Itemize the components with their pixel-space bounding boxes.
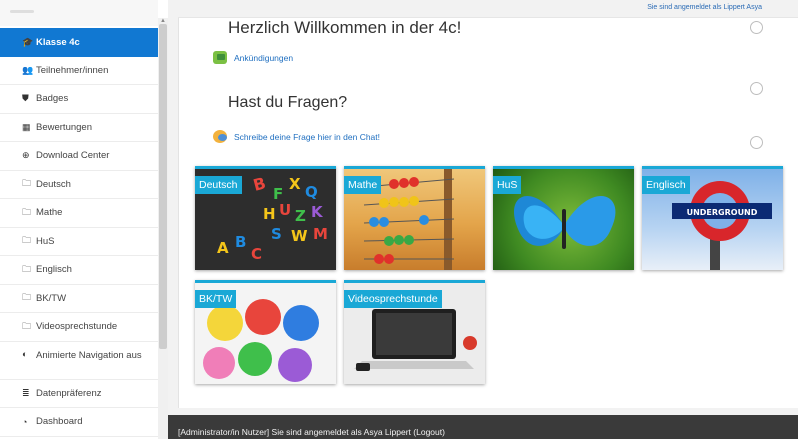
svg-text:C: C bbox=[251, 245, 262, 263]
sidebar-item-label: Datenpräferenz bbox=[36, 387, 102, 399]
folder-icon: 🗀 bbox=[22, 263, 32, 274]
tile-englisch[interactable]: UNDERGROUND Englisch bbox=[642, 166, 783, 270]
sidebar-handle bbox=[10, 10, 34, 13]
tile-hus[interactable]: HuS bbox=[493, 166, 634, 270]
svg-text:K: K bbox=[311, 203, 324, 221]
sidebar-item-animierte-navigation[interactable]: ◐ Animierte Navigation aus bbox=[0, 342, 158, 380]
svg-text:X: X bbox=[289, 175, 301, 193]
sidebar-item-teilnehmer[interactable]: 👥 Teilnehmer/innen bbox=[0, 57, 158, 85]
dashboard-icon: ◔ bbox=[22, 416, 28, 427]
sidebar-item-label: Videosprechstunde bbox=[36, 321, 118, 333]
sidebar-item-label: Badges bbox=[36, 93, 69, 105]
folder-icon: 🗀 bbox=[22, 292, 32, 303]
svg-text:H: H bbox=[263, 205, 276, 223]
sidebar-item-bewertungen[interactable]: ▦ Bewertungen bbox=[0, 114, 158, 142]
tile-label: HuS bbox=[493, 176, 522, 194]
svg-text:B: B bbox=[235, 233, 246, 251]
tile-label: Deutsch bbox=[195, 176, 242, 194]
sidebar-item-mathe[interactable]: 🗀 Mathe bbox=[0, 199, 158, 228]
sidebar-item-dashboard[interactable]: ◔ Dashboard bbox=[0, 408, 158, 437]
tile-label: Videosprechstunde bbox=[344, 290, 442, 308]
tile-videosprechstunde[interactable]: Videosprechstunde bbox=[344, 280, 485, 384]
sidebar-item-label: Animierte Navigation aus bbox=[36, 349, 142, 361]
folder-icon: 🗀 bbox=[22, 178, 32, 189]
tile-label: Englisch bbox=[642, 176, 690, 194]
table-icon: ▦ bbox=[22, 121, 31, 132]
sidebar-item-label: HuS bbox=[36, 235, 55, 247]
svg-text:Z: Z bbox=[295, 207, 306, 225]
sidebar-item-deutsch[interactable]: 🗀 Deutsch bbox=[0, 171, 158, 199]
sidebar-item-bktw[interactable]: 🗀 BK/TW bbox=[0, 285, 158, 313]
tile-deutsch[interactable]: B F X Q H U Z K S W M A B C Deutsch bbox=[195, 166, 336, 270]
sidebar-scroll-thumb[interactable] bbox=[159, 24, 167, 349]
sidebar-item-badges[interactable]: ⛊ Badges bbox=[0, 85, 158, 114]
announcements-link[interactable]: Ankündigungen bbox=[213, 51, 293, 64]
folder-icon: 🗀 bbox=[22, 320, 32, 331]
database-icon: ≣ bbox=[22, 387, 30, 398]
completion-checkbox[interactable] bbox=[750, 136, 763, 149]
sidebar-item-label: Deutsch bbox=[36, 178, 71, 190]
tile-mathe[interactable]: Mathe bbox=[344, 166, 485, 270]
footer-login-info[interactable]: [Administrator/in Nutzer] Sie sind angem… bbox=[178, 427, 445, 437]
download-icon: ⊕ bbox=[22, 150, 30, 161]
sidebar-item-englisch[interactable]: 🗀 Englisch bbox=[0, 256, 158, 285]
graduation-cap-icon: 🎓 bbox=[22, 36, 34, 47]
sidebar-item-label: Download Center bbox=[36, 150, 110, 162]
sidebar: 🎓 Klasse 4c 👥 Teilnehmer/innen ⛊ Badges ▦ Be… bbox=[0, 0, 168, 439]
toggle-icon: ◐ bbox=[22, 348, 28, 359]
sidebar-item-label: Klasse 4c bbox=[36, 36, 80, 48]
chat-link[interactable]: Schreibe deine Frage hier in den Chat! bbox=[213, 130, 380, 143]
folder-icon: 🗀 bbox=[22, 206, 32, 217]
tile-bktw[interactable]: BK/TW bbox=[195, 280, 336, 384]
announcements-label: Ankündigungen bbox=[234, 52, 294, 63]
svg-text:A: A bbox=[217, 239, 229, 257]
sidebar-item-hus[interactable]: 🗀 HuS bbox=[0, 228, 158, 256]
svg-text:S: S bbox=[271, 225, 282, 243]
svg-text:B: B bbox=[251, 173, 268, 195]
sidebar-item-klasse-4c[interactable]: 🎓 Klasse 4c bbox=[0, 28, 158, 57]
forum-icon bbox=[213, 51, 227, 64]
footer: [Administrator/in Nutzer] Sie sind angem… bbox=[168, 415, 798, 439]
sidebar-item-label: Dashboard bbox=[36, 416, 83, 428]
sidebar-scrollbar[interactable]: ▲ bbox=[158, 18, 168, 439]
svg-text:U: U bbox=[279, 201, 291, 219]
sidebar-item-label: Englisch bbox=[36, 264, 72, 276]
underground-sign-text: UNDERGROUND bbox=[687, 208, 758, 217]
tile-label: BK/TW bbox=[195, 290, 237, 308]
chat-icon bbox=[213, 130, 227, 143]
welcome-heading: Herzlich Willkommen in der 4c! bbox=[228, 18, 462, 37]
sidebar-nav: 🎓 Klasse 4c 👥 Teilnehmer/innen ⛊ Badges ▦ Be… bbox=[0, 28, 158, 437]
sidebar-item-download-center[interactable]: ⊕ Download Center bbox=[0, 142, 158, 171]
sidebar-item-label: BK/TW bbox=[36, 292, 67, 304]
sidebar-header bbox=[0, 0, 158, 26]
shield-icon: ⛊ bbox=[22, 93, 29, 104]
chat-label: Schreibe deine Frage hier in den Chat! bbox=[234, 131, 381, 142]
completion-checkbox[interactable] bbox=[750, 82, 763, 95]
svg-text:W: W bbox=[291, 227, 308, 245]
folder-icon: 🗀 bbox=[22, 235, 32, 246]
questions-heading: Hast du Fragen? bbox=[228, 94, 348, 111]
sidebar-item-datenpraeferenz[interactable]: ≣ Datenpräferenz bbox=[0, 380, 158, 408]
tile-label: Mathe bbox=[344, 176, 382, 194]
svg-text:Q: Q bbox=[305, 183, 318, 201]
sidebar-item-label: Teilnehmer/innen bbox=[36, 64, 109, 76]
course-content: Herzlich Willkommen in der 4c! Ankündigu… bbox=[178, 18, 798, 408]
completion-checkbox[interactable] bbox=[750, 21, 763, 34]
svg-text:M: M bbox=[313, 225, 328, 243]
page-root: 🎓 Klasse 4c 👥 Teilnehmer/innen ⛊ Badges ▦ Be… bbox=[0, 0, 798, 439]
users-icon: 👥 bbox=[22, 64, 34, 75]
sidebar-item-videosprechstunde[interactable]: 🗀 Videosprechstunde bbox=[0, 313, 158, 342]
sidebar-item-label: Bewertungen bbox=[36, 121, 92, 133]
login-notice[interactable]: Sie sind angemeldet als Lippert Asya bbox=[647, 4, 762, 11]
sidebar-item-label: Mathe bbox=[36, 207, 63, 219]
